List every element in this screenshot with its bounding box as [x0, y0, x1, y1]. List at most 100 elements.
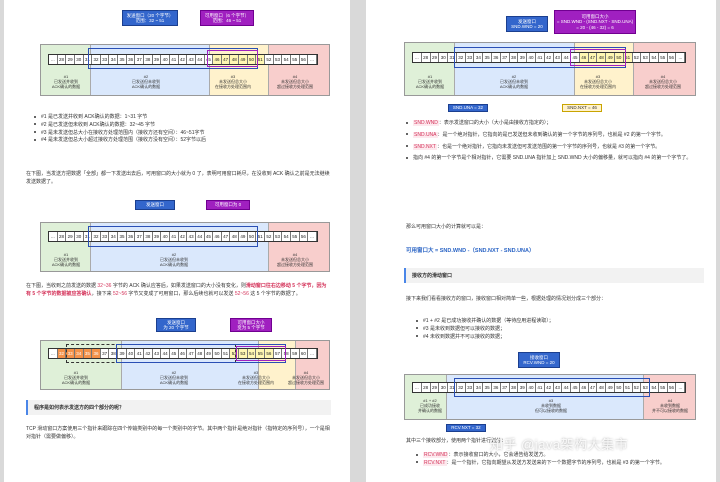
usable-window-bracket [207, 50, 258, 67]
recv-window-bracket [454, 378, 650, 397]
byte-cell: 28 [57, 232, 67, 241]
send-window-label: 发送窗口 SND.WND = 20 [506, 16, 548, 32]
zone-1-label: #1 已发送并收到 ACK确认的数据 [415, 74, 445, 89]
byte-cell: 28 [421, 383, 431, 392]
recv-intro: 接下来我们看看接收方的窗口，接收窗口相对简单一些，根据处理的情况划分成三个部分： [406, 296, 607, 302]
usable-window-label: 可用窗口为 0 [206, 200, 250, 210]
rcv-nxt-pointer: RCV.NXT = 32 [446, 424, 486, 432]
zone-3-label: #3 未发送但总大小 在接收方处理范围内 [580, 74, 616, 89]
send-window-label: 发送窗口 [135, 200, 175, 210]
section-header: 接收方的滑动窗口 [404, 268, 704, 283]
byte-cell: ... [413, 53, 422, 62]
zone-2-label: #2 已发送但未收到 ACK确认的数据 [499, 74, 529, 89]
byte-cell: 54 [282, 232, 291, 241]
usable-window-formula: 可用窗口大 = SND.WND -（SND.NXT - SND.UNA） [406, 248, 535, 254]
paragraph-3: TCP 滑动窗口方案使用三个指针来跟踪在四个传输类别中的每一个类别中的字节。其中… [26, 426, 330, 440]
send-window-label: 发送窗口（20 个字节） 范围：32 ~ 51 [122, 10, 178, 26]
list-item: SND.UNA：是一个绝对指针，它指向的是已发送但未收到确认的第一个字节的序列号… [406, 131, 706, 140]
usable-window-bracket [236, 346, 286, 361]
byte-cell: ... [413, 383, 422, 392]
byte-cell: 30 [74, 55, 84, 64]
pointer-bullet-list: SND.WND：表示发送窗口的大小（大小是由接收方指定的）； SND.UNA：是… [406, 120, 706, 163]
byte-cell: 56 [299, 55, 309, 64]
zone-3-label: #3 未发送但总大小 在接收方处理范围内 [238, 370, 274, 385]
byte-cell: 29 [430, 53, 440, 62]
byte-cell: 32 [57, 349, 67, 358]
list-item: #1 + #2 是已成功接收并确认的数据（等待应用进程读取）； [416, 318, 706, 326]
byte-cell: 30 [74, 232, 84, 241]
usable-window-label: 可用窗口（6 个字节） 范围：46 ~ 51 [200, 10, 254, 26]
byte-cell: ... [49, 232, 58, 241]
byte-cell: 53 [273, 232, 283, 241]
zone-1-2-label: #1 + #2 已成功接收 并确认的数据 [418, 398, 442, 413]
byte-cell: 56 [299, 232, 309, 241]
byte-cell: 54 [282, 55, 291, 64]
byte-cell: ... [308, 349, 317, 358]
paragraph-1: 在下图，当发送方把数据「全部」都一下发送出去后，可用窗口的大小就为 0 了，表明… [26, 171, 330, 185]
byte-cell: 56 [667, 383, 677, 392]
byte-cell: ... [308, 55, 317, 64]
watermark: 知乎 @java架构大集市 [490, 437, 629, 452]
byte-cell: 28 [421, 53, 431, 62]
list-item: SND.NXT：也是一个绝对指针，它指向未发送但可发送范围的第一个字节的序列号，… [406, 143, 706, 152]
zone-3-label: #3 未发送但总大小 在接收方处理范围内 [215, 74, 251, 89]
list-item: #3 是未收到数据但可以接收的数据； [416, 326, 706, 334]
send-window-label: 发送窗口 为 20 个字节 [156, 318, 196, 332]
byte-cell: 56 [667, 53, 677, 62]
calc-intro: 那么可用窗口大小的计算就可以是： [406, 224, 487, 230]
byte-cell: 30 [439, 383, 449, 392]
section-header: 程序是如何表示发送方的四个部分的呢？ [26, 400, 331, 415]
recv-pointer-list: RCV.WND：表示接收窗口的大小，它会通告给发送方。 RCV.NXT：是一个指… [416, 452, 706, 468]
byte-cell: ... [676, 53, 686, 62]
left-page: 发送窗口（20 个字节） 范围：32 ~ 51 可用窗口（6 个字节） 范围：4… [4, 0, 350, 482]
zone-2-label: #2 已发送但未收到 ACK确认的数据 [159, 252, 189, 267]
zone-3-label: #3 未收到数据 但可以接收的数据 [535, 398, 567, 413]
list-item: #4 是未发送但总大小超过接收方处理范围（接收方没有空间）：52字节以后 [34, 137, 334, 145]
zone-4-label: #4 未收到数据 并不可以接收的数据 [652, 398, 688, 413]
usable-window-label: 可用窗口大小 变为 5 个字节 [230, 318, 272, 332]
byte-cell: 52 [265, 232, 274, 241]
list-item: 指向 #4 的第一个字节是个相对指针，它需要 SND.UNA 指针加上 SND.… [406, 155, 706, 163]
byte-cell: 52 [632, 53, 642, 62]
zone-4-label: #4 未发送但总大小 超过接收方处理范围 [277, 252, 313, 267]
byte-cell: 53 [641, 53, 651, 62]
list-item: RCV.WND：表示接收窗口的大小，它会通告给发送方。 [416, 452, 706, 460]
byte-cell: 29 [66, 55, 75, 64]
zone-1-label: #1 已发送并收到 ACK确认的数据 [61, 370, 91, 385]
byte-cell: 29 [66, 232, 75, 241]
byte-cell: 28 [57, 55, 67, 64]
paragraph-2: 在下图，当收到之前发送的数据 32~36 字节的 ACK 确认应答后，如果发送窗… [26, 283, 327, 297]
list-item: #2 是已发送但未收到 ACK确认的数据：32~45 字节 [34, 122, 334, 130]
byte-cell: ... [676, 383, 686, 392]
byte-cell: ... [49, 55, 58, 64]
snd-nxt-pointer: SND.NXT = 46 [562, 104, 602, 112]
bullet-list-1: #1 是已发送并收到 ACK确认的数据：1~31 字节 #2 是已发送但未收到 … [34, 114, 334, 145]
byte-cell: 55 [290, 55, 300, 64]
byte-cell: ... [308, 232, 317, 241]
byte-cell: ... [49, 349, 58, 358]
zone-4-label: #4 未发送但总大小 超过接收方处理范围 [645, 74, 681, 89]
recv-window-label: 接收窗口 RCV.WND = 20 [518, 352, 560, 368]
snd-una-pointer: SND.UNA = 32 [448, 104, 488, 112]
zone-1-label: #1 已发送并收到 ACK确认的数据 [51, 252, 81, 267]
list-item: RCV.NXT：是一个指针，它指向期望从发送方发送来的下一个数据字节的序列号，也… [416, 459, 706, 468]
usable-window-formula-label: 可用窗口大小 = SND.WND - (SND.NXT - SND.UNA) =… [554, 10, 636, 34]
byte-cell: 59 [290, 349, 300, 358]
byte-cell: 54 [650, 53, 659, 62]
byte-cell: 53 [273, 55, 283, 64]
byte-cell: 29 [430, 383, 440, 392]
send-window-bracket [88, 226, 258, 247]
zone-1-label: #1 已发送并收到 ACK确认的数据 [51, 74, 81, 89]
byte-cell: 30 [439, 53, 449, 62]
byte-cell: 60 [299, 349, 309, 358]
byte-cell: 55 [658, 383, 668, 392]
recv-bullet-list: #1 + #2 是已成功接收并确认的数据（等待应用进程读取）； #3 是未收到数… [416, 318, 706, 341]
right-page: 发送窗口 SND.WND = 20 可用窗口大小 = SND.WND - (SN… [366, 0, 716, 482]
byte-cell: 52 [265, 55, 274, 64]
list-item: SND.WND：表示发送窗口的大小（大小是由接收方指定的）； [406, 120, 706, 128]
zone-4-label: #4 未发送但总大小 超过接收方处理范围 [277, 74, 313, 89]
zone-4-label: #4 未发送但总大小 超过接收方处理范围 [288, 370, 324, 385]
zone-2-label: #2 已发送但未收到 ACK确认的数据 [159, 370, 189, 385]
list-item: #1 是已发送并收到 ACK确认的数据：1~31 字节 [34, 114, 334, 122]
byte-cell: 55 [290, 232, 300, 241]
